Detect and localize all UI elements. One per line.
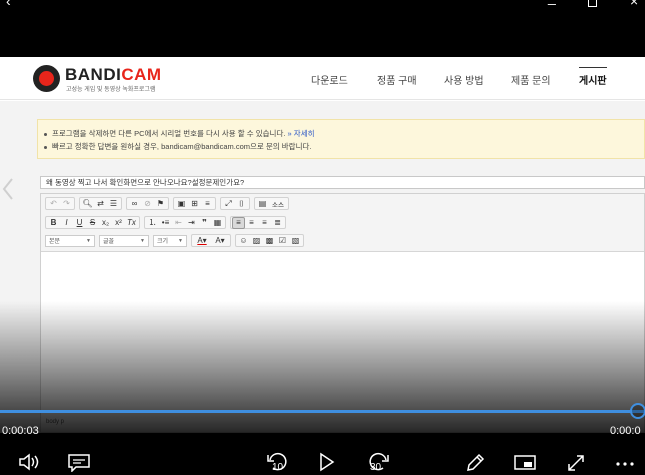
skip-back-seconds: 10	[272, 462, 284, 473]
subtitles-icon[interactable]	[67, 452, 91, 474]
blockquote-icon[interactable]: ❞	[198, 217, 211, 229]
underline-icon[interactable]: U	[73, 217, 86, 229]
show-blocks-icon[interactable]: ⌷	[235, 198, 248, 210]
font-dropdown[interactable]: 글꼴 ▼	[99, 234, 149, 247]
div-container-icon[interactable]: ▦	[211, 217, 224, 229]
select-all-icon[interactable]: ☰	[107, 198, 120, 210]
mini-player-icon[interactable]	[513, 452, 537, 474]
flash-icon[interactable]: ▨	[250, 235, 263, 247]
image-icon[interactable]: ▣	[175, 198, 188, 210]
nav-download[interactable]: 다운로드	[311, 72, 348, 87]
more-options-icon[interactable]	[614, 452, 636, 474]
indent-icon[interactable]: ⇥	[185, 217, 198, 229]
align-left-icon[interactable]: ≡	[232, 216, 245, 229]
current-time: 0:00:03	[2, 425, 39, 437]
iframe-icon[interactable]: ▧	[289, 235, 302, 247]
play-icon[interactable]	[318, 452, 336, 474]
site-logo: BANDICAM	[65, 65, 162, 84]
redo-icon[interactable]: ↷	[60, 198, 73, 210]
background-color-icon[interactable]: A▾	[211, 235, 229, 247]
anchor-flag-icon[interactable]: ⚑	[154, 198, 167, 210]
italic-icon[interactable]: I	[60, 217, 73, 229]
find-icon[interactable]: 🔍︎	[81, 198, 94, 210]
checkbox-icon[interactable]: ☑	[276, 235, 289, 247]
subscript-icon[interactable]: x₂	[99, 217, 112, 229]
nav-board[interactable]: 게시판	[579, 67, 607, 87]
previous-chevron-icon[interactable]	[2, 178, 14, 200]
align-right-icon[interactable]: ≡	[258, 217, 271, 229]
total-time: 0:00:0	[610, 425, 641, 437]
strikethrough-icon[interactable]: S	[86, 217, 99, 229]
subject-input[interactable]: 왜 동영상 찍고 나서 확인화면으로 안나오나요?설정문제인가요?	[40, 176, 645, 189]
notice-line-1: 프로그램을 삭제하면 다른 PC에서 시리얼 번호를 다시 사용 할 수 있습니…	[44, 128, 315, 139]
nav-purchase[interactable]: 정품 구매	[377, 72, 417, 87]
nav-how-to[interactable]: 사용 방법	[444, 72, 484, 87]
nav-inquiry[interactable]: 제품 문의	[511, 72, 551, 87]
unlink-icon[interactable]: ⊘	[141, 198, 154, 210]
fullscreen-icon[interactable]	[565, 452, 587, 474]
close-icon[interactable]: ×	[630, 0, 638, 8]
emoticon-icon[interactable]: ☺	[237, 235, 250, 247]
video-frame[interactable]: BANDICAM 고성능 게임 및 동영상 녹화프로그램 다운로드 정품 구매 …	[0, 57, 645, 433]
editor-element-path: body p	[46, 419, 65, 425]
pen-edit-icon[interactable]	[464, 452, 486, 474]
site-header: BANDICAM 고성능 게임 및 동영상 녹화프로그램 다운로드 정품 구매 …	[0, 57, 645, 100]
back-arrow-icon[interactable]: ‹	[6, 0, 11, 8]
undo-icon[interactable]: ↶	[47, 198, 60, 210]
table-icon[interactable]: ⊞	[188, 198, 201, 210]
maximize-icon[interactable]	[588, 0, 597, 7]
editor-toolbar: ↶ ↷ 🔍︎ ⇄ ☰ ∞ ⊘ ⚑ ▣ ⊞ ≡ ⤢ ⌷ ▤ 소스 B I U S …	[41, 194, 644, 252]
numbered-list-icon[interactable]: ⒈	[146, 217, 159, 229]
video-player-window: ‹ _ × BANDICAM 고성능 게임 및 동영상 녹화프로그램 다운로드 …	[0, 0, 645, 475]
bold-icon[interactable]: B	[47, 217, 60, 229]
link-icon[interactable]: ∞	[128, 198, 141, 210]
minimize-icon[interactable]: _	[548, 0, 556, 4]
seek-handle[interactable]	[630, 403, 645, 419]
source-button[interactable]: ▤ 소스	[254, 197, 289, 210]
maximize-editor-icon[interactable]: ⤢	[222, 198, 235, 210]
remove-format-icon[interactable]: Tx	[125, 217, 138, 229]
source-icon: ▤	[258, 199, 267, 208]
volume-icon[interactable]	[18, 452, 40, 474]
notice-box: 프로그램을 삭제하면 다른 PC에서 시리얼 번호를 다시 사용 할 수 있습니…	[37, 119, 645, 159]
align-center-icon[interactable]: ≡	[245, 217, 258, 229]
align-justify-icon[interactable]: ≣	[271, 217, 284, 229]
logo-tagline: 고성능 게임 및 동영상 녹화프로그램	[66, 87, 156, 93]
skip-forward-seconds: 30	[370, 462, 382, 473]
format-dropdown[interactable]: 본문 ▼	[45, 234, 95, 247]
horizontal-rule-icon[interactable]: ≡	[201, 198, 214, 210]
notice-line-2: 빠르고 정확한 답변을 원하실 경우, bandicam@bandicam.co…	[44, 141, 311, 152]
text-color-icon[interactable]: A▾	[193, 235, 211, 247]
replace-icon[interactable]: ⇄	[94, 198, 107, 210]
font-size-dropdown[interactable]: 크기 ▼	[153, 234, 187, 247]
bandicam-logo-icon	[33, 65, 60, 92]
editor-content-area[interactable]	[41, 253, 644, 413]
superscript-icon[interactable]: x²	[112, 217, 125, 229]
rich-text-editor: ↶ ↷ 🔍︎ ⇄ ☰ ∞ ⊘ ⚑ ▣ ⊞ ≡ ⤢ ⌷ ▤ 소스 B I U S …	[40, 193, 645, 433]
media-image-icon[interactable]: ▩	[263, 235, 276, 247]
bulleted-list-icon[interactable]: •≡	[159, 217, 172, 229]
notice-more-link[interactable]: » 자세히	[288, 129, 315, 138]
outdent-icon[interactable]: ⇤	[172, 217, 185, 229]
seek-bar[interactable]	[0, 410, 645, 413]
